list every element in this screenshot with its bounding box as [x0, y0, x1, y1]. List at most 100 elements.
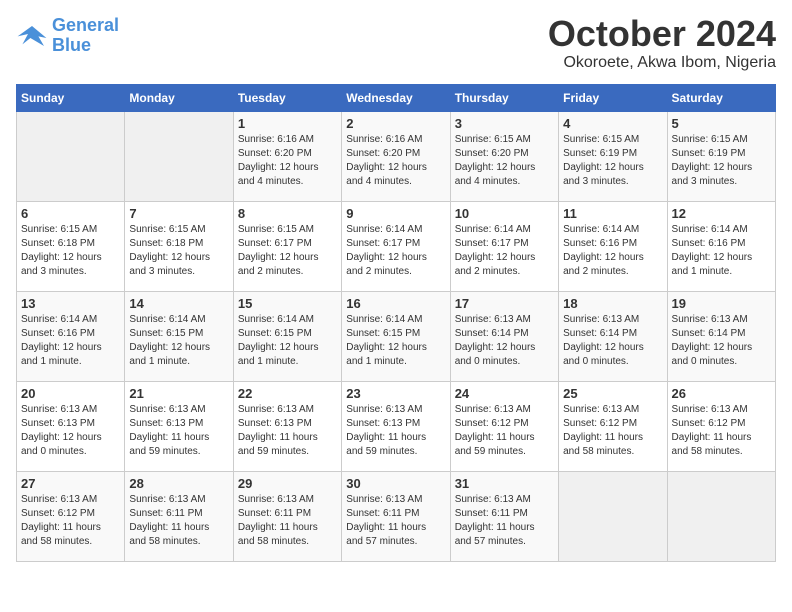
- day-number: 2: [346, 116, 445, 131]
- day-info: Sunrise: 6:13 AM Sunset: 6:13 PM Dayligh…: [129, 403, 228, 459]
- calendar-week-5: 27 Sunrise: 6:13 AM Sunset: 6:12 PM Dayli…: [17, 472, 776, 562]
- calendar-cell: 18 Sunrise: 6:13 AM Sunset: 6:14 PM Dayli…: [559, 292, 667, 382]
- day-info: Sunrise: 6:14 AM Sunset: 6:16 PM Dayligh…: [563, 223, 662, 279]
- day-info: Sunrise: 6:13 AM Sunset: 6:13 PM Dayligh…: [238, 403, 337, 459]
- day-info: Sunrise: 6:13 AM Sunset: 6:11 PM Dayligh…: [346, 493, 445, 549]
- day-number: 30: [346, 476, 445, 491]
- calendar-cell: 3Sunrise: 6:15 AM Sunset: 6:20 PM Daylig…: [450, 112, 558, 202]
- title-block: October 2024 Okoroete, Akwa Ibom, Nigeri…: [548, 16, 776, 72]
- calendar-cell: 31Sunrise: 6:13 AM Sunset: 6:11 PM Dayli…: [450, 472, 558, 562]
- calendar-cell: 20 Sunrise: 6:13 AM Sunset: 6:13 PM Dayli…: [17, 382, 125, 472]
- day-info: Sunrise: 6:13 AM Sunset: 6:12 PM Dayligh…: [672, 403, 771, 459]
- col-sunday: Sunday: [17, 85, 125, 112]
- day-info: Sunrise: 6:15 AM Sunset: 6:18 PM Dayligh…: [21, 223, 120, 279]
- calendar-cell: 19 Sunrise: 6:13 AM Sunset: 6:14 PM Dayli…: [667, 292, 775, 382]
- calendar-cell: 4Sunrise: 6:15 AM Sunset: 6:19 PM Daylig…: [559, 112, 667, 202]
- day-number: 6: [21, 206, 120, 221]
- day-info: Sunrise: 6:13 AM Sunset: 6:13 PM Dayligh…: [346, 403, 445, 459]
- calendar-cell: [559, 472, 667, 562]
- day-info: Sunrise: 6:14 AM Sunset: 6:16 PM Dayligh…: [21, 313, 120, 369]
- day-number: 27: [21, 476, 120, 491]
- day-info: Sunrise: 6:13 AM Sunset: 6:14 PM Dayligh…: [672, 313, 771, 369]
- day-info: Sunrise: 6:15 AM Sunset: 6:19 PM Dayligh…: [563, 133, 662, 189]
- day-info: Sunrise: 6:13 AM Sunset: 6:12 PM Dayligh…: [563, 403, 662, 459]
- calendar-week-4: 20 Sunrise: 6:13 AM Sunset: 6:13 PM Dayli…: [17, 382, 776, 472]
- day-number: 20: [21, 386, 120, 401]
- col-tuesday: Tuesday: [233, 85, 341, 112]
- calendar-cell: 14 Sunrise: 6:14 AM Sunset: 6:15 PM Dayli…: [125, 292, 233, 382]
- col-wednesday: Wednesday: [342, 85, 450, 112]
- calendar-cell: 12 Sunrise: 6:14 AM Sunset: 6:16 PM Dayli…: [667, 202, 775, 292]
- day-number: 31: [455, 476, 554, 491]
- day-info: Sunrise: 6:14 AM Sunset: 6:16 PM Dayligh…: [672, 223, 771, 279]
- calendar-cell: 25 Sunrise: 6:13 AM Sunset: 6:12 PM Dayli…: [559, 382, 667, 472]
- day-number: 26: [672, 386, 771, 401]
- day-number: 11: [563, 206, 662, 221]
- calendar-cell: 26 Sunrise: 6:13 AM Sunset: 6:12 PM Dayli…: [667, 382, 775, 472]
- calendar-cell: 16 Sunrise: 6:14 AM Sunset: 6:15 PM Dayli…: [342, 292, 450, 382]
- day-info: Sunrise: 6:14 AM Sunset: 6:17 PM Dayligh…: [455, 223, 554, 279]
- calendar-cell: 1Sunrise: 6:16 AM Sunset: 6:20 PM Daylig…: [233, 112, 341, 202]
- day-info: Sunrise: 6:16 AM Sunset: 6:20 PM Dayligh…: [238, 133, 337, 189]
- calendar-cell: 7 Sunrise: 6:15 AM Sunset: 6:18 PM Daylig…: [125, 202, 233, 292]
- header-row: Sunday Monday Tuesday Wednesday Thursday…: [17, 85, 776, 112]
- day-info: Sunrise: 6:13 AM Sunset: 6:14 PM Dayligh…: [563, 313, 662, 369]
- day-number: 19: [672, 296, 771, 311]
- calendar-cell: 5Sunrise: 6:15 AM Sunset: 6:19 PM Daylig…: [667, 112, 775, 202]
- day-number: 28: [129, 476, 228, 491]
- calendar-cell: 17Sunrise: 6:13 AM Sunset: 6:14 PM Dayli…: [450, 292, 558, 382]
- day-info: Sunrise: 6:13 AM Sunset: 6:11 PM Dayligh…: [238, 493, 337, 549]
- calendar-cell: 9Sunrise: 6:14 AM Sunset: 6:17 PM Daylig…: [342, 202, 450, 292]
- day-number: 12: [672, 206, 771, 221]
- day-number: 3: [455, 116, 554, 131]
- calendar-cell: 13 Sunrise: 6:14 AM Sunset: 6:16 PM Dayli…: [17, 292, 125, 382]
- calendar-cell: 11 Sunrise: 6:14 AM Sunset: 6:16 PM Dayli…: [559, 202, 667, 292]
- day-number: 8: [238, 206, 337, 221]
- col-monday: Monday: [125, 85, 233, 112]
- day-number: 7: [129, 206, 228, 221]
- calendar-cell: 24 Sunrise: 6:13 AM Sunset: 6:12 PM Dayli…: [450, 382, 558, 472]
- day-info: Sunrise: 6:15 AM Sunset: 6:18 PM Dayligh…: [129, 223, 228, 279]
- day-info: Sunrise: 6:15 AM Sunset: 6:17 PM Dayligh…: [238, 223, 337, 279]
- calendar-cell: 6 Sunrise: 6:15 AM Sunset: 6:18 PM Daylig…: [17, 202, 125, 292]
- calendar-header: Sunday Monday Tuesday Wednesday Thursday…: [17, 85, 776, 112]
- day-info: Sunrise: 6:16 AM Sunset: 6:20 PM Dayligh…: [346, 133, 445, 189]
- col-saturday: Saturday: [667, 85, 775, 112]
- day-number: 17: [455, 296, 554, 311]
- day-number: 25: [563, 386, 662, 401]
- calendar-cell: 2 Sunrise: 6:16 AM Sunset: 6:20 PM Daylig…: [342, 112, 450, 202]
- calendar-cell: 21 Sunrise: 6:13 AM Sunset: 6:13 PM Dayli…: [125, 382, 233, 472]
- day-info: Sunrise: 6:13 AM Sunset: 6:12 PM Dayligh…: [21, 493, 120, 549]
- calendar-cell: [125, 112, 233, 202]
- col-thursday: Thursday: [450, 85, 558, 112]
- day-number: 9: [346, 206, 445, 221]
- day-info: Sunrise: 6:14 AM Sunset: 6:15 PM Dayligh…: [346, 313, 445, 369]
- logo-text: General Blue: [52, 16, 119, 56]
- day-number: 16: [346, 296, 445, 311]
- day-number: 13: [21, 296, 120, 311]
- day-number: 24: [455, 386, 554, 401]
- day-info: Sunrise: 6:14 AM Sunset: 6:15 PM Dayligh…: [238, 313, 337, 369]
- calendar-week-2: 6 Sunrise: 6:15 AM Sunset: 6:18 PM Daylig…: [17, 202, 776, 292]
- calendar-cell: 15 Sunrise: 6:14 AM Sunset: 6:15 PM Dayli…: [233, 292, 341, 382]
- calendar-cell: 30 Sunrise: 6:13 AM Sunset: 6:11 PM Dayli…: [342, 472, 450, 562]
- day-info: Sunrise: 6:13 AM Sunset: 6:13 PM Dayligh…: [21, 403, 120, 459]
- page-header: General Blue October 2024 Okoroete, Akwa…: [16, 16, 776, 72]
- calendar-table: Sunday Monday Tuesday Wednesday Thursday…: [16, 84, 776, 562]
- day-number: 18: [563, 296, 662, 311]
- col-friday: Friday: [559, 85, 667, 112]
- day-number: 21: [129, 386, 228, 401]
- day-number: 15: [238, 296, 337, 311]
- day-number: 14: [129, 296, 228, 311]
- calendar-cell: [17, 112, 125, 202]
- day-info: Sunrise: 6:14 AM Sunset: 6:15 PM Dayligh…: [129, 313, 228, 369]
- day-number: 23: [346, 386, 445, 401]
- calendar-cell: 10 Sunrise: 6:14 AM Sunset: 6:17 PM Dayli…: [450, 202, 558, 292]
- location-title: Okoroete, Akwa Ibom, Nigeria: [548, 54, 776, 72]
- calendar-week-1: 1Sunrise: 6:16 AM Sunset: 6:20 PM Daylig…: [17, 112, 776, 202]
- calendar-cell: 27 Sunrise: 6:13 AM Sunset: 6:12 PM Dayli…: [17, 472, 125, 562]
- day-info: Sunrise: 6:13 AM Sunset: 6:12 PM Dayligh…: [455, 403, 554, 459]
- day-number: 29: [238, 476, 337, 491]
- day-info: Sunrise: 6:13 AM Sunset: 6:11 PM Dayligh…: [129, 493, 228, 549]
- day-number: 10: [455, 206, 554, 221]
